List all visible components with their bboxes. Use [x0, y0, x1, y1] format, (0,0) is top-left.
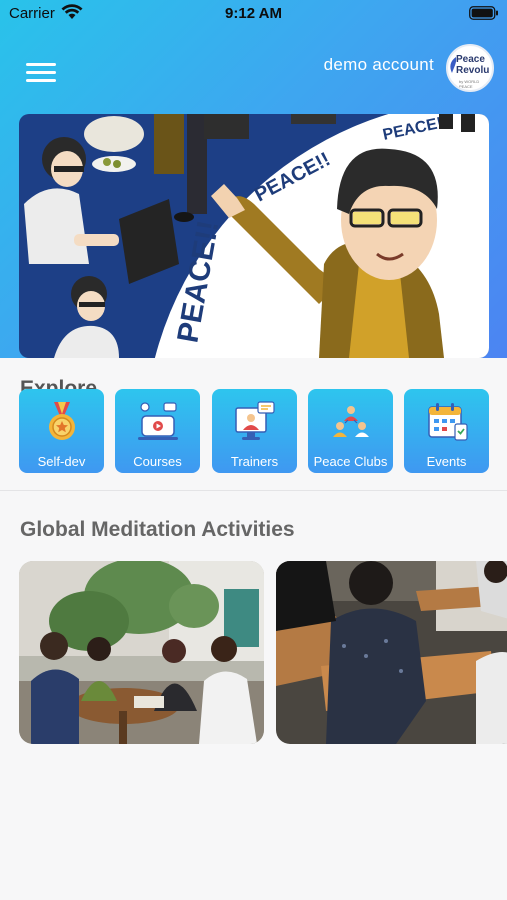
tile-self-dev[interactable]: Self-dev	[19, 389, 104, 473]
tile-label: Courses	[133, 454, 182, 469]
tile-label: Self-dev	[37, 454, 86, 469]
header: Carrier 9:12 AM demo account Peace Revol…	[0, 0, 507, 358]
status-bar: Carrier 9:12 AM	[0, 0, 507, 30]
menu-bar	[26, 71, 56, 74]
medal-icon	[49, 402, 75, 440]
avatar-text: Peace Revolu	[456, 54, 490, 76]
tile-label: Trainers	[230, 454, 279, 469]
clock: 9:12 AM	[225, 5, 282, 22]
trainer-icon	[235, 401, 275, 440]
avatar[interactable]: Peace Revolu by WORLD PEACE	[446, 44, 494, 92]
avatar-subtext: by WORLD PEACE	[459, 79, 480, 89]
activity-card[interactable]	[19, 561, 264, 744]
banner-illustration: PEACE!! PEACE! PEACE!!	[19, 114, 489, 358]
menu-button[interactable]	[26, 63, 56, 85]
club-icon	[333, 406, 369, 437]
account-name[interactable]: demo account	[324, 55, 434, 75]
course-icon	[138, 402, 178, 440]
tile-events[interactable]: Events	[404, 389, 489, 473]
explore-tiles: Self-dev Courses Trainers Peace Clubs Ev…	[19, 389, 489, 473]
tile-courses[interactable]: Courses	[115, 389, 200, 473]
battery-icon	[469, 6, 498, 20]
hero-banner[interactable]: PEACE!! PEACE! PEACE!!	[19, 114, 489, 358]
tile-label: Peace Clubs	[313, 454, 388, 469]
menu-bar	[26, 79, 56, 82]
menu-bar	[26, 63, 56, 66]
calendar-icon	[428, 403, 468, 441]
activities-title: Global Meditation Activities	[20, 518, 295, 541]
activity-card[interactable]	[276, 561, 507, 744]
tile-trainers[interactable]: Trainers	[212, 389, 297, 473]
section-divider	[0, 490, 507, 491]
activity-photo	[19, 561, 264, 744]
tile-peace-clubs[interactable]: Peace Clubs	[308, 389, 393, 473]
activity-photo	[276, 561, 507, 744]
tile-label: Events	[426, 454, 467, 469]
